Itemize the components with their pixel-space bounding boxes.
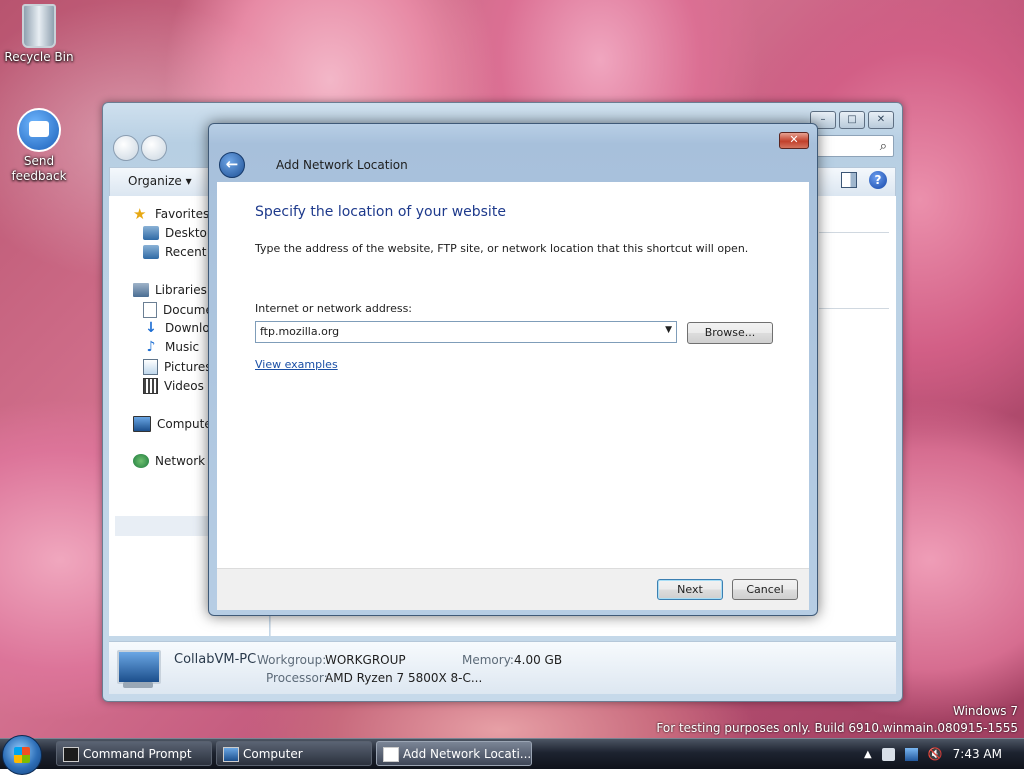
recycle-bin-desktop-icon[interactable]: Recycle Bin [2, 4, 76, 65]
recycle-bin-icon [22, 4, 56, 48]
help-icon[interactable]: ? [869, 171, 887, 189]
nav-item-label: Videos [164, 379, 204, 393]
task-command-prompt[interactable]: Command Prompt [56, 741, 212, 766]
libraries-icon [133, 283, 149, 297]
network-status-icon[interactable] [904, 747, 918, 761]
memory-label: Memory: [462, 653, 514, 667]
address-combobox[interactable]: ftp.mozilla.org ▼ [255, 321, 677, 343]
clock[interactable]: 7:43 AM [953, 747, 1002, 761]
network-globe-icon [133, 454, 149, 468]
nav-item-label: Network [155, 454, 206, 468]
nav-item-desktop[interactable]: Desktop [143, 226, 215, 240]
dialog-title: Add Network Location [276, 158, 408, 172]
view-examples-link[interactable]: View examples [255, 358, 338, 371]
nav-item-downloads[interactable]: ↓ Downloa [143, 321, 217, 335]
computer-monitor-icon [117, 650, 161, 684]
feedback-icon [17, 108, 61, 152]
address-input-value[interactable]: ftp.mozilla.org [260, 325, 339, 338]
recycle-bin-label: Recycle Bin [4, 50, 74, 64]
watermark-line1: Windows 7 [952, 704, 1018, 718]
dialog-footer: Next Cancel [217, 568, 809, 610]
content-divider-2 [819, 308, 889, 309]
window-caption-buttons: – □ ✕ [810, 111, 894, 129]
forward-nav-button[interactable] [141, 135, 167, 161]
dialog-body: Specify the location of your website Typ… [217, 182, 809, 568]
nav-item-pictures[interactable]: Pictures [143, 359, 212, 375]
watermark-line2: For testing purposes only. Build 6910.wi… [656, 721, 1018, 735]
computer-stand-icon [123, 682, 153, 688]
dialog-close-button[interactable]: ✕ [779, 132, 809, 149]
taskbar: Command Prompt Computer Add Network Loca… [0, 735, 1024, 775]
browse-button[interactable]: Browse... [687, 322, 773, 344]
send-feedback-label-line1: Send [23, 154, 55, 168]
nav-item-label: Music [165, 340, 200, 354]
memory-value: 4.00 GB [514, 653, 563, 667]
search-icon: ⌕ [879, 139, 887, 154]
next-button[interactable]: Next [657, 579, 723, 600]
recent-places-icon [143, 245, 159, 259]
add-network-location-dialog: ✕ ← Add Network Location Specify the loc… [208, 123, 818, 616]
send-feedback-label-line2: feedback [11, 169, 67, 183]
film-strip-icon [143, 378, 158, 394]
organize-button[interactable]: Organize ▾ [128, 174, 192, 188]
back-arrow-button[interactable]: ← [219, 152, 245, 178]
download-arrow-icon: ↓ [145, 320, 157, 336]
nav-item-favorites[interactable]: ★ Favorites [133, 205, 210, 223]
nav-item-label: Docume [163, 303, 213, 317]
workgroup-label: Workgroup: [257, 653, 327, 667]
task-label: Add Network Locati... [403, 747, 532, 761]
nav-item-label: Favorites [155, 207, 210, 221]
nav-item-music[interactable]: ♪ Music [143, 339, 200, 355]
workgroup-value: WORKGROUP [325, 653, 406, 667]
chevron-down-icon[interactable]: ▼ [665, 325, 672, 335]
nav-item-recent[interactable]: Recent P [143, 245, 218, 259]
cancel-button[interactable]: Cancel [732, 579, 798, 600]
content-divider-1 [819, 232, 889, 233]
command-prompt-icon [63, 747, 79, 762]
dialog-description: Type the address of the website, FTP sit… [255, 242, 749, 255]
processor-label: Processor: [266, 671, 328, 685]
music-note-icon: ♪ [146, 339, 156, 355]
nav-item-network[interactable]: Network [133, 454, 205, 468]
maximize-button[interactable]: □ [839, 111, 865, 129]
nav-item-computer[interactable]: Computer [133, 416, 217, 432]
computer-icon [223, 747, 239, 762]
task-add-network-location[interactable]: Add Network Locati... [376, 741, 532, 766]
computer-icon [133, 416, 151, 432]
send-feedback-desktop-icon[interactable]: Send feedback [2, 108, 76, 184]
volume-muted-icon[interactable]: 🔇 [928, 747, 943, 761]
document-icon [143, 302, 157, 318]
task-label: Computer [243, 747, 303, 761]
address-label: Internet or network address: [255, 302, 413, 315]
nav-item-label: Pictures [164, 360, 212, 374]
close-button[interactable]: ✕ [868, 111, 894, 129]
nav-item-label: Libraries [155, 283, 207, 297]
nav-item-libraries[interactable]: Libraries [133, 283, 207, 297]
nav-item-documents[interactable]: Docume [143, 302, 213, 318]
dialog-heading: Specify the location of your website [255, 204, 506, 220]
star-icon: ★ [133, 205, 147, 223]
action-center-icon[interactable] [881, 747, 895, 761]
processor-value: AMD Ryzen 7 5800X 8-C... [325, 671, 483, 685]
details-pane: CollabVM-PC Workgroup: WORKGROUP Memory:… [109, 641, 896, 694]
nav-item-videos[interactable]: Videos [143, 378, 204, 394]
task-label: Command Prompt [83, 747, 192, 761]
window-icon [383, 747, 399, 762]
pictures-icon [143, 359, 158, 375]
system-tray: ▲ 🔇 7:43 AM [864, 739, 1024, 769]
desktop-folder-icon [143, 226, 159, 240]
computer-name: CollabVM-PC [174, 652, 257, 667]
preview-pane-icon[interactable] [841, 172, 857, 188]
task-computer[interactable]: Computer [216, 741, 372, 766]
show-hidden-icons-icon[interactable]: ▲ [864, 749, 872, 760]
nav-buttons [113, 135, 167, 161]
start-orb-button[interactable] [2, 735, 42, 775]
search-box[interactable]: ⌕ [814, 135, 894, 157]
back-nav-button[interactable] [113, 135, 139, 161]
